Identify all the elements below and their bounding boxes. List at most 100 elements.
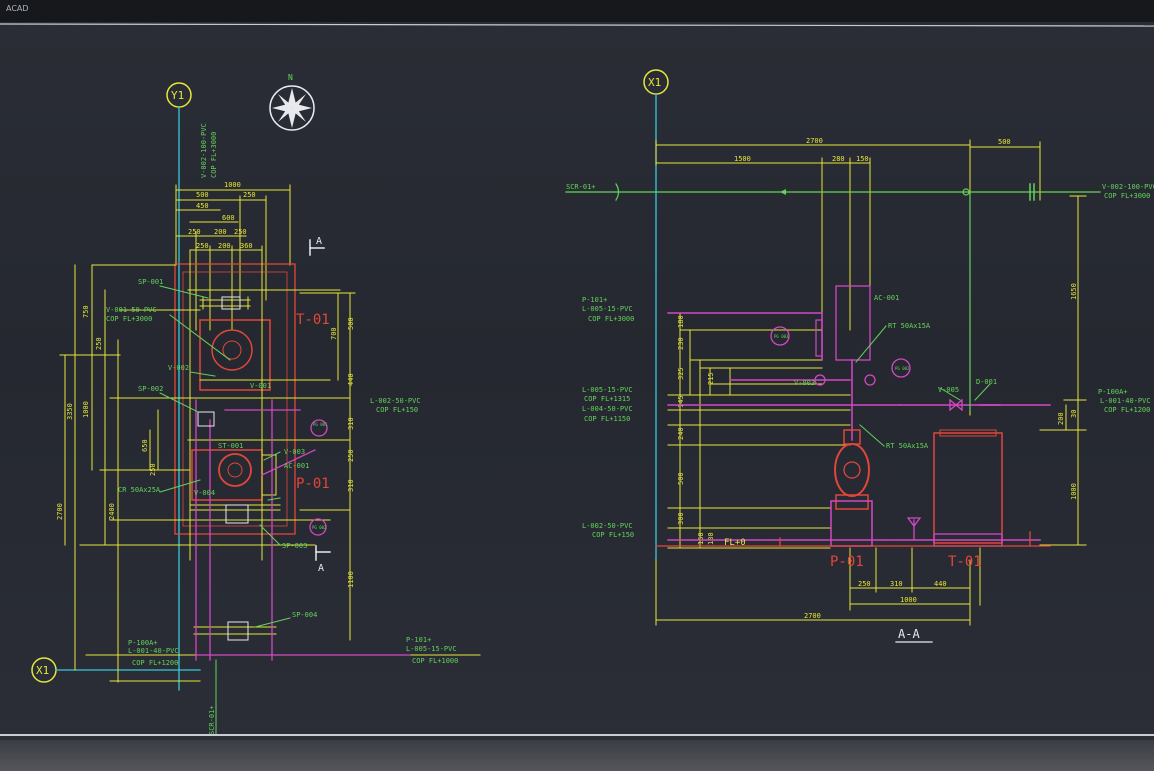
sp-label-3: SP-003 [282,542,307,550]
cad-canvas[interactable]: Y1 X1 N V-002-100-PVC COP FL+3000 1000 5… [0,22,1154,771]
pg-label-1: PG 001 [313,422,328,427]
left-plan-view[interactable]: Y1 X1 N V-002-100-PVC COP FL+3000 1000 5… [31,73,481,736]
sp-label-2: SP-002 [138,385,163,393]
rt-label-2: RT 50Ax15A [886,442,929,450]
dim-right-1000: 1000 [1070,483,1078,500]
valve-label-v002: V-002 [168,364,189,372]
grid-label-x1: X1 [36,664,49,677]
dim-b-2700: 2700 [804,612,821,620]
line-label-v001: V-001-50-PVC [106,306,157,314]
dim-150: 150 [856,155,869,163]
section-mark-top-label: A [316,236,322,247]
valve-label-v001: V-001 [250,382,271,390]
dim-left-3350: 3350 [66,403,74,420]
l005b-cop: COP FL+1315 [584,395,630,403]
pg-label-2: PG 002 [312,525,327,530]
right-section-view[interactable]: X1 2700 1500 280 150 500 SCR-01+ V-002-1… [565,69,1154,643]
l001-label: L-001-40-PVC [1100,397,1151,405]
viewport-border-bottom [0,734,1154,736]
section-mark-bottom-label: A [318,563,324,574]
line-label-l002: L-002-50-PVC [370,397,421,405]
dim-l-150: 150 [697,532,705,545]
dim-l-145: 145 [677,395,685,408]
dim-l-240: 240 [677,427,685,440]
dimension-chain-top [175,184,291,331]
dim-left-2400: 2400 [108,503,116,520]
dim-l-500: 500 [677,472,685,485]
v003-label-right: V-003 [794,379,815,387]
dim-200: 200 [214,228,227,236]
scr-label-right: SCR-01+ [566,183,596,191]
dim-b-440: 440 [934,580,947,588]
dim-250b: 250 [188,228,201,236]
floor-level-label: FL+0 [724,538,746,548]
dim-250: 250 [243,191,256,199]
sp-label-4: SP-004 [292,611,317,619]
l004-cop: COP FL+1150 [584,415,630,423]
dim-l-325: 325 [677,367,685,380]
monitor-top-bezel: ACAD [0,0,1154,22]
left-pipe-runs [195,399,411,661]
dim-1500: 1500 [734,155,751,163]
accumulator-ac001[interactable] [835,285,871,361]
valve-icon-v003b[interactable] [864,374,876,386]
l004-label: L-004-50-PVC [582,405,633,413]
cad-drawing-area[interactable]: Y1 X1 N V-002-100-PVC COP FL+3000 1000 5… [0,22,1154,771]
dim-right-250: 250 [347,449,355,462]
dim-l-300: 300 [677,512,685,525]
valve-label-v003: V-003 [284,448,305,456]
pipe-label-v002-cop: COP FL+3000 [210,132,218,178]
dim-250d: 250 [196,242,209,250]
bottom-right-label-1: P-101+ [406,636,431,644]
p101-label: P-101+ [582,296,607,304]
dim-right-440: 440 [347,373,355,386]
dim-left-2700: 2700 [56,503,64,520]
dim-left-650: 650 [141,439,149,452]
dim-left-250b: 250 [149,463,157,476]
dim-360: 360 [240,242,253,250]
dim-right-310: 310 [347,417,355,430]
dim-right-700: 700 [330,327,338,340]
north-arrow-icon [269,85,315,131]
dim-250c: 250 [234,228,247,236]
dim-280: 280 [832,155,845,163]
tank-t01-elevation[interactable] [933,429,1003,547]
line-label-v001-cop: COP FL+3000 [106,315,152,323]
l005-cop: COP FL+3000 [588,315,634,323]
dim-right-30: 30 [1070,410,1078,418]
grid-label-x1-right: X1 [648,76,661,89]
dim-b-250: 250 [858,580,871,588]
viewport-border-top [0,23,1154,27]
v002-label: V-002-100-PVC [1102,183,1154,191]
dim-600: 600 [222,214,235,222]
pg-right-1: PG 003 [774,334,789,339]
v005-label: V-005 [938,386,959,394]
drain-valve-icon[interactable] [906,517,922,541]
grid-label-y1: Y1 [171,89,184,102]
dim-l-180: 180 [677,315,685,328]
pump-p01-elevation[interactable] [830,429,873,547]
dim-500-top: 500 [998,138,1011,146]
dim-1650: 1650 [1070,283,1078,300]
line-label-l002-cop: COP FL+150 [376,406,418,414]
dim-500: 500 [196,191,209,199]
l002-label-right: L-002-50-PVC [582,522,633,530]
tank-label-right: T-01 [948,554,982,570]
pg-right-2: PG 002 [895,366,910,371]
l002-cop-right: COP FL+150 [592,531,634,539]
section-mark-bottom[interactable] [315,545,331,561]
dim-l-215: 215 [707,372,715,385]
right-frame-lines [655,312,981,626]
dim-right-1100: 1100 [347,571,355,588]
right-dims-right [1039,195,1087,546]
right-pipe-runs [667,312,1051,541]
dim-right-200: 200 [1057,412,1065,425]
dim-left-250: 250 [95,337,103,350]
l005-label: L-005-15-PVC [582,305,633,313]
dim-b-310: 310 [890,580,903,588]
sp-label-1: SP-001 [138,278,163,286]
dim-450: 450 [196,202,209,210]
pipe-fitting-1 [815,319,823,357]
bottom-left-label-1: P-100A+ [128,639,158,647]
tank-t01[interactable] [174,263,296,535]
